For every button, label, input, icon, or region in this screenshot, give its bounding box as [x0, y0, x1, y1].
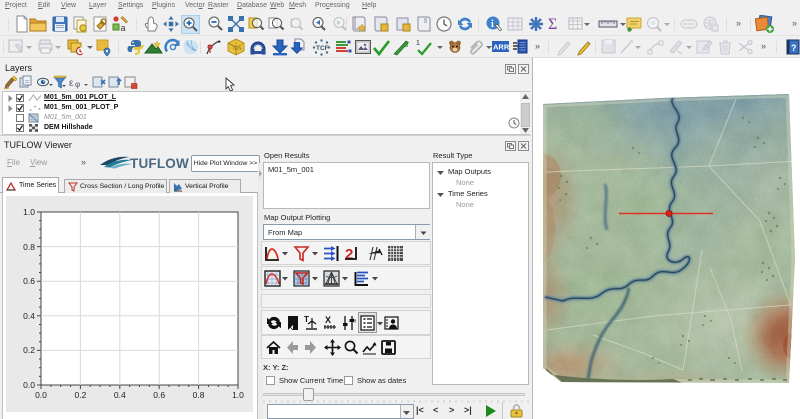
svg-text:φ: φ	[75, 80, 80, 89]
svg-text:TCF: TCF	[316, 45, 329, 52]
svg-text:T: T	[304, 315, 309, 324]
svg-text:ARR: ARR	[493, 43, 509, 52]
svg-text:TUFLOW: TUFLOW	[130, 156, 189, 171]
svg-text:0.2: 0.2	[74, 390, 86, 400]
svg-text:0.2: 0.2	[23, 345, 35, 355]
svg-text:GIS: GIS	[233, 46, 242, 52]
svg-text:ε: ε	[69, 78, 74, 89]
svg-text:0.4: 0.4	[114, 390, 126, 400]
svg-text:Y: Y	[353, 319, 356, 325]
svg-text:0.8: 0.8	[23, 242, 35, 252]
svg-text:1: 1	[416, 40, 420, 47]
svg-text:?: ?	[791, 43, 797, 53]
svg-text:1.0: 1.0	[232, 390, 244, 400]
svg-text:1.0: 1.0	[23, 207, 35, 217]
svg-text:0.4: 0.4	[23, 311, 35, 321]
svg-text:a: a	[121, 23, 126, 33]
svg-text:0.8: 0.8	[193, 390, 205, 400]
svg-text:i: i	[491, 19, 494, 30]
svg-text:X: X	[325, 315, 331, 325]
svg-text:G: G	[403, 42, 408, 49]
svg-text:0.6: 0.6	[153, 390, 165, 400]
svg-text:0.0: 0.0	[23, 380, 35, 390]
svg-text:Σ: Σ	[548, 16, 557, 32]
svg-text:0.6: 0.6	[23, 276, 35, 286]
svg-text:0.0: 0.0	[35, 390, 47, 400]
